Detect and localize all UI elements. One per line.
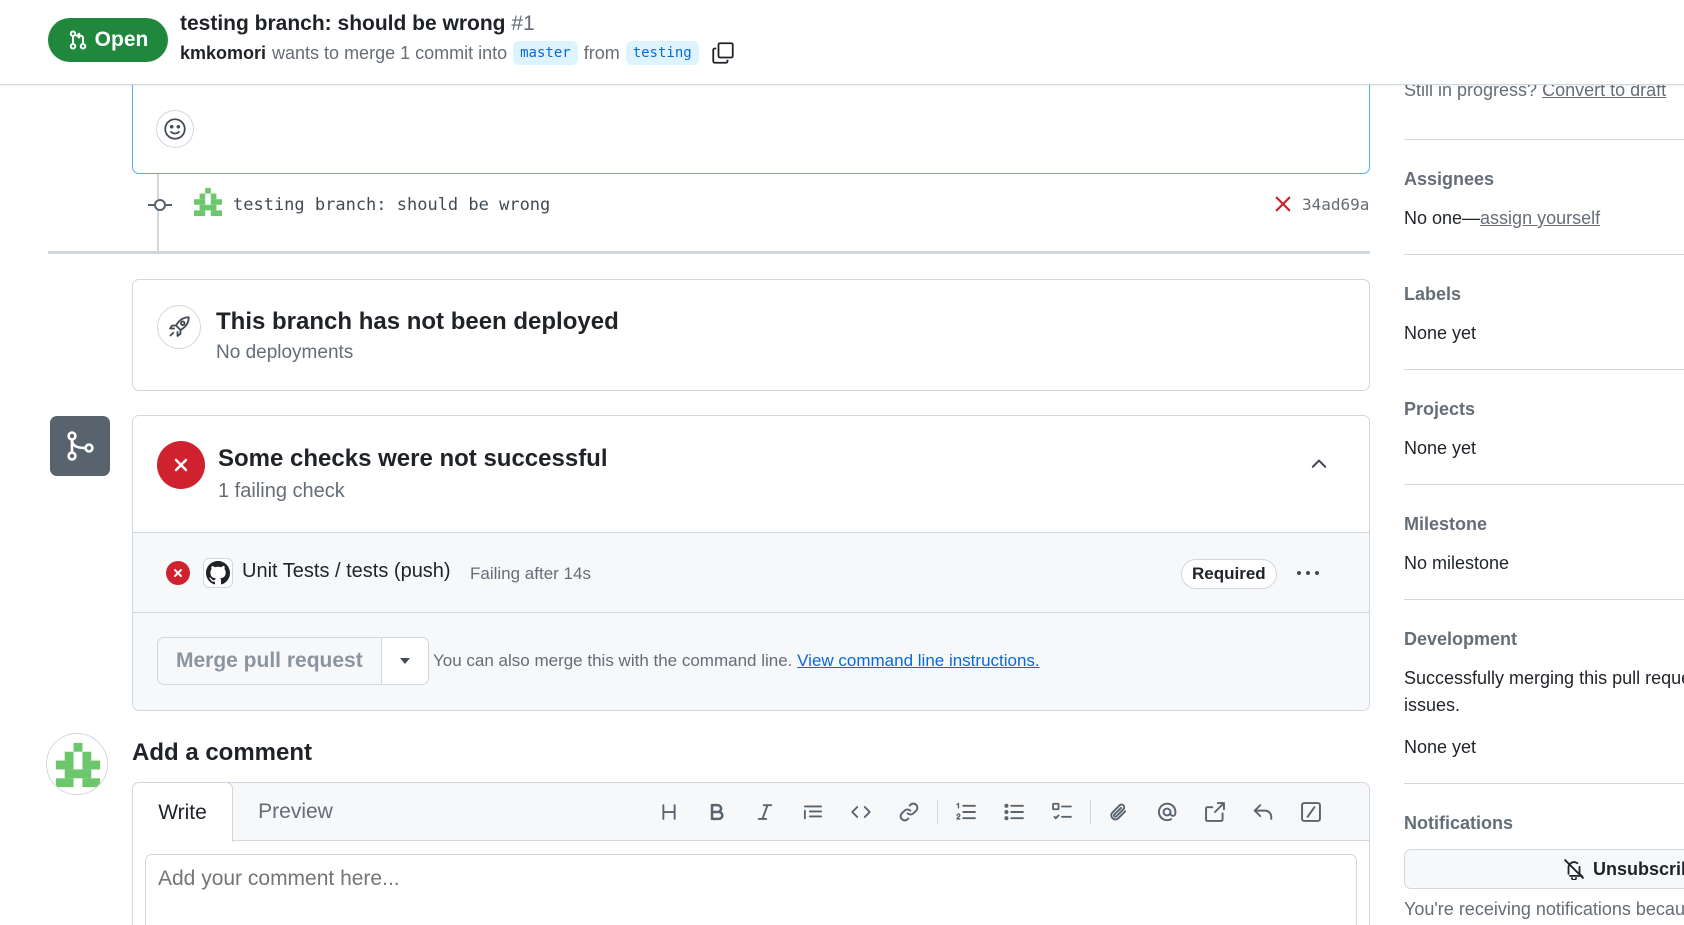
- commit-sha-link[interactable]: 34ad69a: [1302, 195, 1369, 214]
- sidebar-divider: [1404, 484, 1684, 485]
- commit-author-avatar[interactable]: [194, 188, 222, 216]
- check-run-row: Unit Tests / tests (push) Failing after …: [133, 533, 1369, 613]
- numbered-list-icon[interactable]: [942, 795, 990, 829]
- check-failed-icon: [157, 441, 205, 489]
- checks-summary[interactable]: Some checks were not successful 1 failin…: [133, 416, 1369, 533]
- smiley-icon: [163, 117, 187, 141]
- add-comment-heading: Add a comment: [132, 739, 313, 766]
- triangle-down-icon: [398, 656, 412, 666]
- deployment-title: This branch has not been deployed: [216, 308, 619, 335]
- milestone-value: No milestone: [1404, 553, 1510, 573]
- check-run-name[interactable]: Unit Tests / tests (push): [242, 560, 451, 583]
- sidebar-divider: [1404, 139, 1684, 140]
- pr-state-label: Open: [94, 28, 149, 51]
- comment-editor: Write Preview: [132, 782, 1370, 925]
- sidebar-divider: [1404, 783, 1684, 784]
- current-user-avatar[interactable]: [46, 733, 108, 795]
- code-icon[interactable]: [837, 795, 885, 829]
- pr-title[interactable]: testing branch: should be wrong: [180, 12, 506, 35]
- commit-row: testing branch: should be wrong 34ad69a: [140, 188, 1370, 222]
- paperclip-icon[interactable]: [1095, 795, 1143, 829]
- bold-icon[interactable]: [693, 795, 741, 829]
- check-run-status: Failing after 14s: [470, 564, 591, 583]
- pr-sticky-header: Open testing branch: should be wrong #1 …: [0, 0, 1684, 85]
- projects-value: None yet: [1404, 438, 1477, 458]
- check-failed-small-icon: [166, 561, 190, 585]
- tab-write[interactable]: Write: [132, 782, 233, 842]
- bulleted-list-icon[interactable]: [990, 795, 1038, 829]
- assign-yourself-link[interactable]: assign yourself: [1480, 208, 1600, 228]
- toolbar-divider: [1090, 800, 1091, 824]
- required-badge: Required: [1181, 559, 1277, 589]
- link-icon[interactable]: [885, 795, 933, 829]
- markdown-toolbar: [645, 795, 1335, 829]
- base-branch-label[interactable]: master: [513, 41, 578, 65]
- sidebar-divider: [1404, 254, 1684, 255]
- sidebar-divider: [1404, 369, 1684, 370]
- pr-sidebar: Still in progress? Convert to draft Assi…: [1404, 0, 1684, 925]
- development-text-line-2: issues.: [1404, 695, 1461, 715]
- milestone-heading[interactable]: Milestone: [1404, 514, 1487, 535]
- commit-message-link[interactable]: testing branch: should be wrong: [233, 195, 550, 215]
- quote-icon[interactable]: [789, 795, 837, 829]
- mention-icon[interactable]: [1143, 795, 1191, 829]
- copy-icon[interactable]: [711, 41, 735, 65]
- development-heading[interactable]: Development: [1404, 629, 1517, 650]
- toolbar-divider: [937, 800, 938, 824]
- assignees-heading[interactable]: Assignees: [1404, 169, 1494, 190]
- heading-icon[interactable]: [645, 795, 693, 829]
- timeline-divider: [48, 251, 1370, 254]
- merge-pull-request-button[interactable]: Merge pull request: [158, 638, 382, 684]
- merge-action-row: Merge pull request You can also merge th…: [133, 613, 1369, 710]
- deployment-subtitle: No deployments: [216, 342, 354, 363]
- rocket-icon: [157, 305, 201, 349]
- development-text-line-1: Successfully merging this pull reque: [1404, 668, 1684, 688]
- cross-reference-icon[interactable]: [1191, 795, 1239, 829]
- projects-heading[interactable]: Projects: [1404, 399, 1475, 420]
- kebab-horizontal-icon[interactable]: [1295, 562, 1321, 584]
- task-list-icon[interactable]: [1038, 795, 1086, 829]
- assignees-none-text: No one—: [1404, 208, 1481, 228]
- git-commit-icon: [146, 194, 174, 216]
- pull-request-icon: [68, 29, 88, 51]
- sidebar-divider: [1404, 599, 1684, 600]
- checks-subtitle: 1 failing check: [218, 480, 345, 502]
- labels-heading[interactable]: Labels: [1404, 284, 1461, 305]
- pr-state-badge: Open: [48, 18, 168, 62]
- unsubscribe-button[interactable]: Unsubscribe: [1404, 849, 1684, 889]
- merge-box: Some checks were not successful 1 failin…: [132, 415, 1370, 711]
- merge-note-text: You can also merge this with the command…: [433, 651, 793, 670]
- bell-slash-icon: [1563, 858, 1585, 880]
- slash-commands-icon[interactable]: [1287, 795, 1335, 829]
- checks-title: Some checks were not successful: [218, 445, 608, 472]
- assignees-value: No one—assign yourself: [1404, 208, 1600, 229]
- add-reaction-button[interactable]: [156, 110, 194, 148]
- pr-title-line: testing branch: should be wrong #1: [180, 12, 535, 36]
- notifications-reason: You're receiving notifications becau: [1404, 899, 1684, 919]
- tab-preview[interactable]: Preview: [233, 783, 358, 841]
- pr-from-text: from: [583, 42, 620, 63]
- reply-icon[interactable]: [1239, 795, 1287, 829]
- commit-status-x-icon[interactable]: [1273, 194, 1293, 214]
- chevron-up-icon[interactable]: [1308, 453, 1330, 475]
- comment-textarea[interactable]: [145, 854, 1357, 925]
- deployment-status-box: This branch has not been deployed No dep…: [132, 279, 1370, 391]
- merge-command-line-note: You can also merge this with the command…: [433, 651, 1040, 671]
- github-actions-icon: [203, 558, 233, 588]
- merge-method-dropdown[interactable]: [381, 638, 428, 684]
- pr-merge-text: wants to merge 1 commit into: [272, 42, 508, 63]
- development-value: None yet: [1404, 737, 1477, 757]
- comment-editor-header: Write Preview: [132, 782, 1369, 842]
- merge-button-group: Merge pull request: [157, 637, 429, 685]
- labels-value: None yet: [1404, 323, 1477, 343]
- git-merge-icon: [50, 416, 110, 476]
- head-branch-label[interactable]: testing: [625, 41, 699, 65]
- italic-icon[interactable]: [741, 795, 789, 829]
- command-line-instructions-link[interactable]: View command line instructions.: [797, 651, 1040, 670]
- pr-number: #1: [511, 12, 535, 35]
- unsubscribe-label: Unsubscribe: [1593, 858, 1684, 879]
- pr-meta: kmkomori wants to merge 1 commit into ma…: [180, 41, 735, 65]
- pr-author-link[interactable]: kmkomori: [180, 43, 266, 64]
- notifications-heading: Notifications: [1404, 813, 1514, 833]
